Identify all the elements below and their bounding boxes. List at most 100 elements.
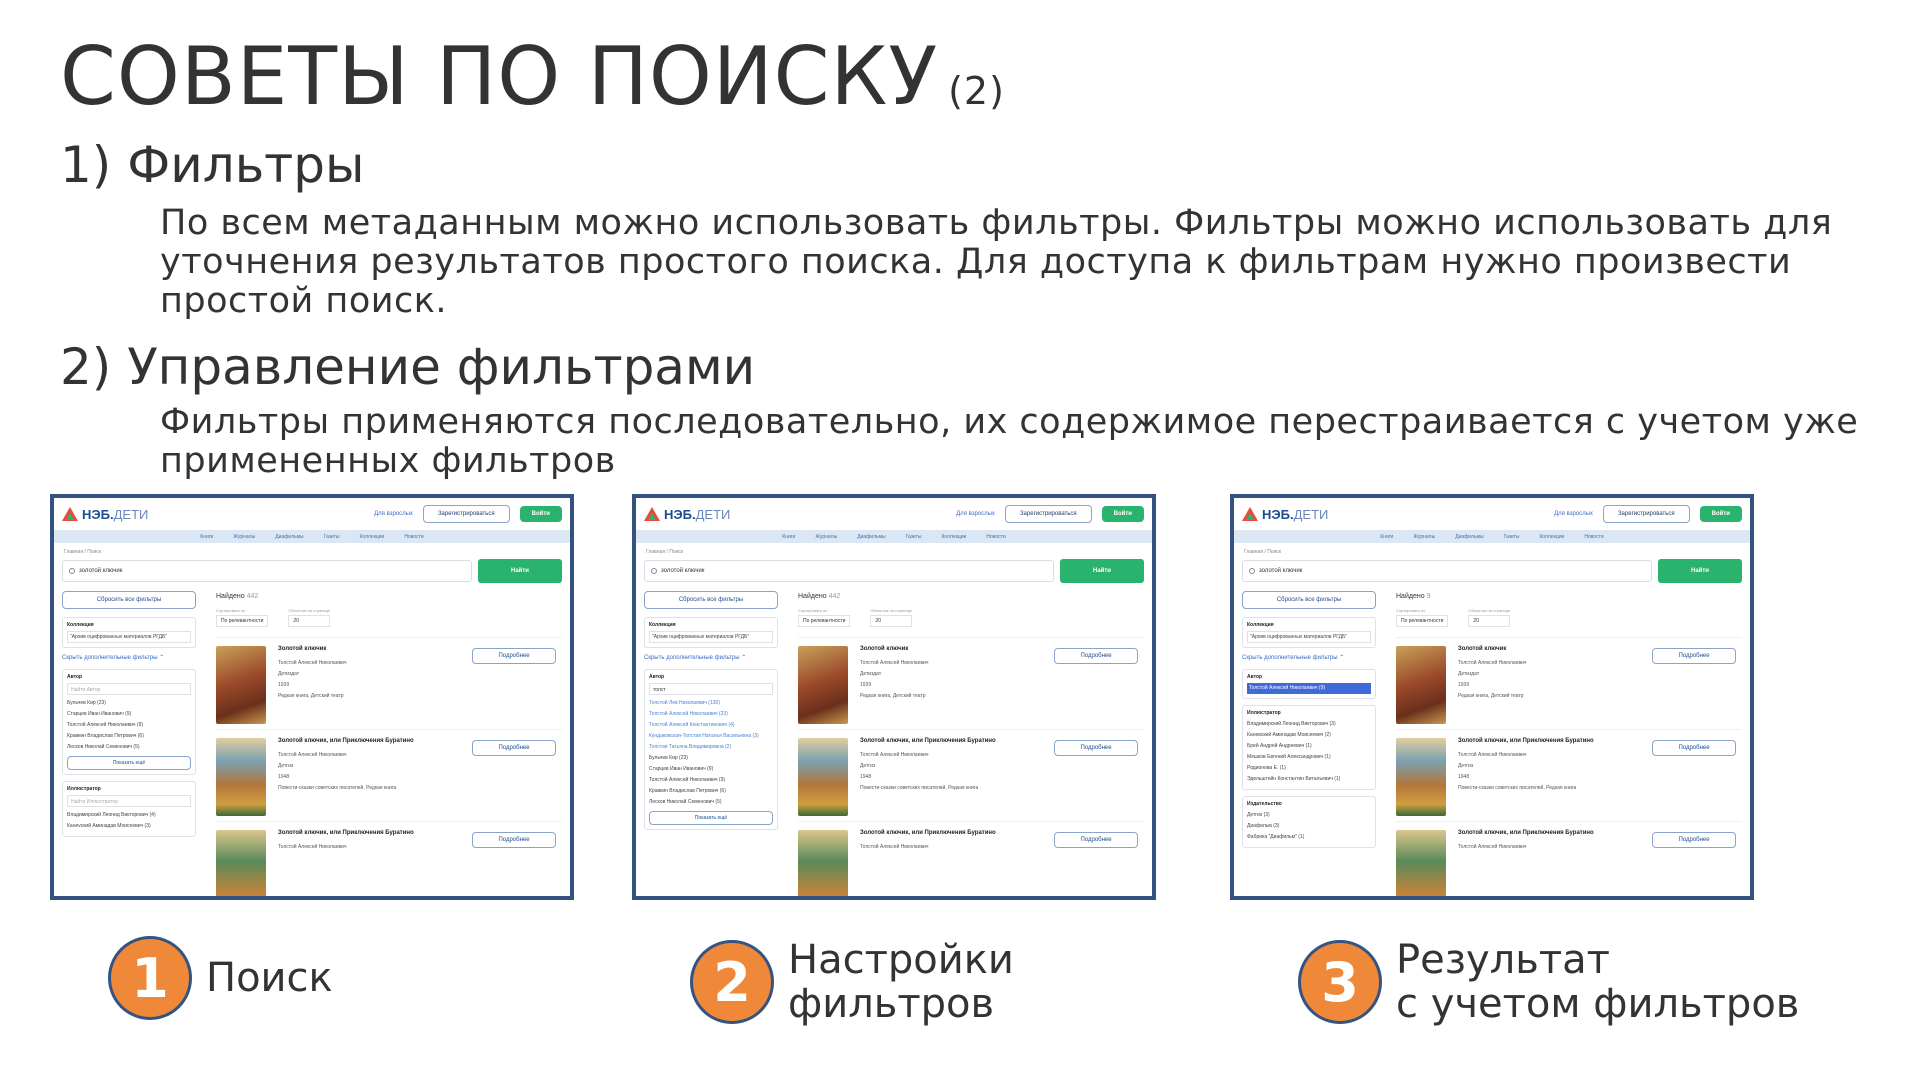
nav-news[interactable]: Новости — [1584, 534, 1603, 540]
author-search-input[interactable]: Найти Автор — [67, 683, 191, 695]
book-cover[interactable] — [1396, 646, 1446, 724]
nav-journals[interactable]: Журналы — [815, 534, 837, 540]
illustrator-option[interactable]: Каневский Аминадав Моисеевич (2) — [1247, 730, 1371, 741]
collection-select[interactable]: "Архив оцифрованных материалов РГДБ" — [67, 631, 191, 643]
nav-newspapers[interactable]: Газеты — [324, 534, 340, 540]
collection-select[interactable]: "Архив оцифрованных материалов РГДБ" — [1247, 631, 1371, 643]
search-input[interactable]: золотой ключик — [644, 560, 1054, 582]
details-button[interactable]: Подробнее — [472, 832, 556, 848]
site-logo[interactable]: НЭБ. ДЕТИ — [1242, 507, 1328, 522]
author-option[interactable]: Бульчев Кир (23) — [649, 753, 773, 764]
author-match[interactable]: Толстая Татьяна Владимировна (2) — [649, 742, 773, 753]
selected-author-chip[interactable]: Толстой Алексей Николаевич (9) — [1247, 683, 1371, 694]
book-cover[interactable] — [216, 646, 266, 724]
sort-select[interactable]: По релевантности — [216, 615, 269, 627]
author-option[interactable]: Кравкин Владислав Петрович (6) — [649, 786, 773, 797]
hide-filters-link[interactable]: Скрыть дополнительные фильтры ⌃ — [1242, 654, 1376, 661]
nav-journals[interactable]: Журналы — [233, 534, 255, 540]
per-page-select[interactable]: 20 — [1468, 615, 1511, 627]
reset-filters-button[interactable]: Сбросить все фильтры — [644, 591, 778, 609]
nav-news[interactable]: Новости — [986, 534, 1005, 540]
for-parents-link[interactable]: Для взрослых — [956, 511, 995, 517]
author-option[interactable]: Лесков Николай Семенович (5) — [67, 742, 191, 753]
author-option[interactable]: Старцев Иван Иванович (9) — [649, 764, 773, 775]
illustrator-option[interactable]: Эдельштейн Константин Витальевич (1) — [1247, 774, 1371, 785]
collection-select[interactable]: "Архив оцифрованных материалов РГДБ" — [649, 631, 773, 643]
details-button[interactable]: Подробнее — [1652, 648, 1736, 664]
author-search-input[interactable]: толст — [649, 683, 773, 695]
nav-books[interactable]: Книги — [1380, 534, 1393, 540]
nav-books[interactable]: Книги — [782, 534, 795, 540]
author-match[interactable]: Толстой Алексей Николаевич (23) — [649, 709, 773, 720]
sort-select[interactable]: По релевантности — [798, 615, 851, 627]
details-button[interactable]: Подробнее — [1054, 832, 1138, 848]
publisher-option[interactable]: Фабрика "Диафильм" (1) — [1247, 832, 1371, 843]
login-button[interactable]: Войти — [519, 506, 562, 522]
reset-filters-button[interactable]: Сбросить все фильтры — [1242, 591, 1376, 609]
show-more-button[interactable]: Показать ещё — [649, 811, 773, 825]
site-logo[interactable]: НЭБ. ДЕТИ — [62, 507, 148, 522]
register-button[interactable]: Зарегистрироваться — [1004, 505, 1092, 523]
illustrator-option[interactable]: Канevский Аминадав Моисеевич (3) — [67, 821, 191, 832]
search-input[interactable]: золотой ключик — [62, 560, 472, 582]
for-parents-link[interactable]: Для взрослых — [374, 511, 413, 517]
find-button[interactable]: Найти — [1060, 559, 1144, 583]
login-button[interactable]: Войти — [1699, 506, 1742, 522]
per-page-select[interactable]: 20 — [288, 615, 331, 627]
book-cover[interactable] — [216, 738, 266, 816]
details-button[interactable]: Подробнее — [1054, 648, 1138, 664]
nav-filmstrips[interactable]: Диафильмы — [275, 534, 303, 540]
login-button[interactable]: Войти — [1101, 506, 1144, 522]
illustrator-option[interactable]: Родионова Е. (1) — [1247, 763, 1371, 774]
site-logo[interactable]: НЭБ. ДЕТИ — [644, 507, 730, 522]
illustrator-search-input[interactable]: Найти Иллюстратор — [67, 795, 191, 807]
book-cover[interactable] — [216, 830, 266, 896]
search-input[interactable]: золотой ключик — [1242, 560, 1652, 582]
book-cover[interactable] — [1396, 830, 1446, 896]
author-option[interactable]: Толстой Алексей Николаевич (9) — [67, 720, 191, 731]
author-match[interactable]: Толстой Алексей Константинович (4) — [649, 720, 773, 731]
details-button[interactable]: Подробнее — [472, 648, 556, 664]
reset-filters-button[interactable]: Сбросить все фильтры — [62, 591, 196, 609]
author-option[interactable]: Бульчев Кир (23) — [67, 698, 191, 709]
book-cover[interactable] — [798, 738, 848, 816]
book-cover[interactable] — [1396, 738, 1446, 816]
register-button[interactable]: Зарегистрироваться — [1602, 505, 1690, 523]
illustrator-option[interactable]: Мешков Евгений Александрович (1) — [1247, 752, 1371, 763]
author-match[interactable]: Кундаковская-Толстая Наталья Васильевна … — [649, 731, 773, 742]
details-button[interactable]: Подробнее — [472, 740, 556, 756]
author-match[interactable]: Толстой Лев Николаевич (130) — [649, 698, 773, 709]
nav-news[interactable]: Новости — [404, 534, 423, 540]
hide-filters-link[interactable]: Скрыть дополнительные фильтры ⌃ — [62, 654, 196, 661]
nav-collections[interactable]: Коллекции — [360, 534, 385, 540]
hide-filters-link[interactable]: Скрыть дополнительные фильтры ⌃ — [644, 654, 778, 661]
show-more-button[interactable]: Показать ещё — [67, 756, 191, 770]
book-cover[interactable] — [798, 646, 848, 724]
details-button[interactable]: Подробнее — [1054, 740, 1138, 756]
book-cover[interactable] — [798, 830, 848, 896]
nav-filmstrips[interactable]: Диафильмы — [857, 534, 885, 540]
nav-filmstrips[interactable]: Диафильмы — [1455, 534, 1483, 540]
nav-newspapers[interactable]: Газеты — [906, 534, 922, 540]
details-button[interactable]: Подробнее — [1652, 740, 1736, 756]
nav-journals[interactable]: Журналы — [1413, 534, 1435, 540]
nav-newspapers[interactable]: Газеты — [1504, 534, 1520, 540]
illustrator-option[interactable]: Владимирский Леонид Викторович (4) — [67, 810, 191, 821]
illustrator-option[interactable]: Брей Андрей Андреевич (1) — [1247, 741, 1371, 752]
publisher-option[interactable]: Детгиз (3) — [1247, 810, 1371, 821]
nav-collections[interactable]: Коллекции — [942, 534, 967, 540]
for-parents-link[interactable]: Для взрослых — [1554, 511, 1593, 517]
details-button[interactable]: Подробнее — [1652, 832, 1736, 848]
sort-select[interactable]: По релевантности — [1396, 615, 1449, 627]
find-button[interactable]: Найти — [1658, 559, 1742, 583]
nav-books[interactable]: Книги — [200, 534, 213, 540]
author-option[interactable]: Кравкин Владислав Петрович (6) — [67, 731, 191, 742]
illustrator-option[interactable]: Владимирский Леонид Викторович (3) — [1247, 719, 1371, 730]
per-page-select[interactable]: 20 — [870, 615, 913, 627]
publisher-option[interactable]: Диафильм (3) — [1247, 821, 1371, 832]
author-option[interactable]: Лесков Николай Семенович (5) — [649, 797, 773, 808]
register-button[interactable]: Зарегистрироваться — [422, 505, 510, 523]
author-option[interactable]: Толстой Алексей Николаевич (9) — [649, 775, 773, 786]
author-option[interactable]: Старцев Иван Иванович (9) — [67, 709, 191, 720]
nav-collections[interactable]: Коллекции — [1540, 534, 1565, 540]
